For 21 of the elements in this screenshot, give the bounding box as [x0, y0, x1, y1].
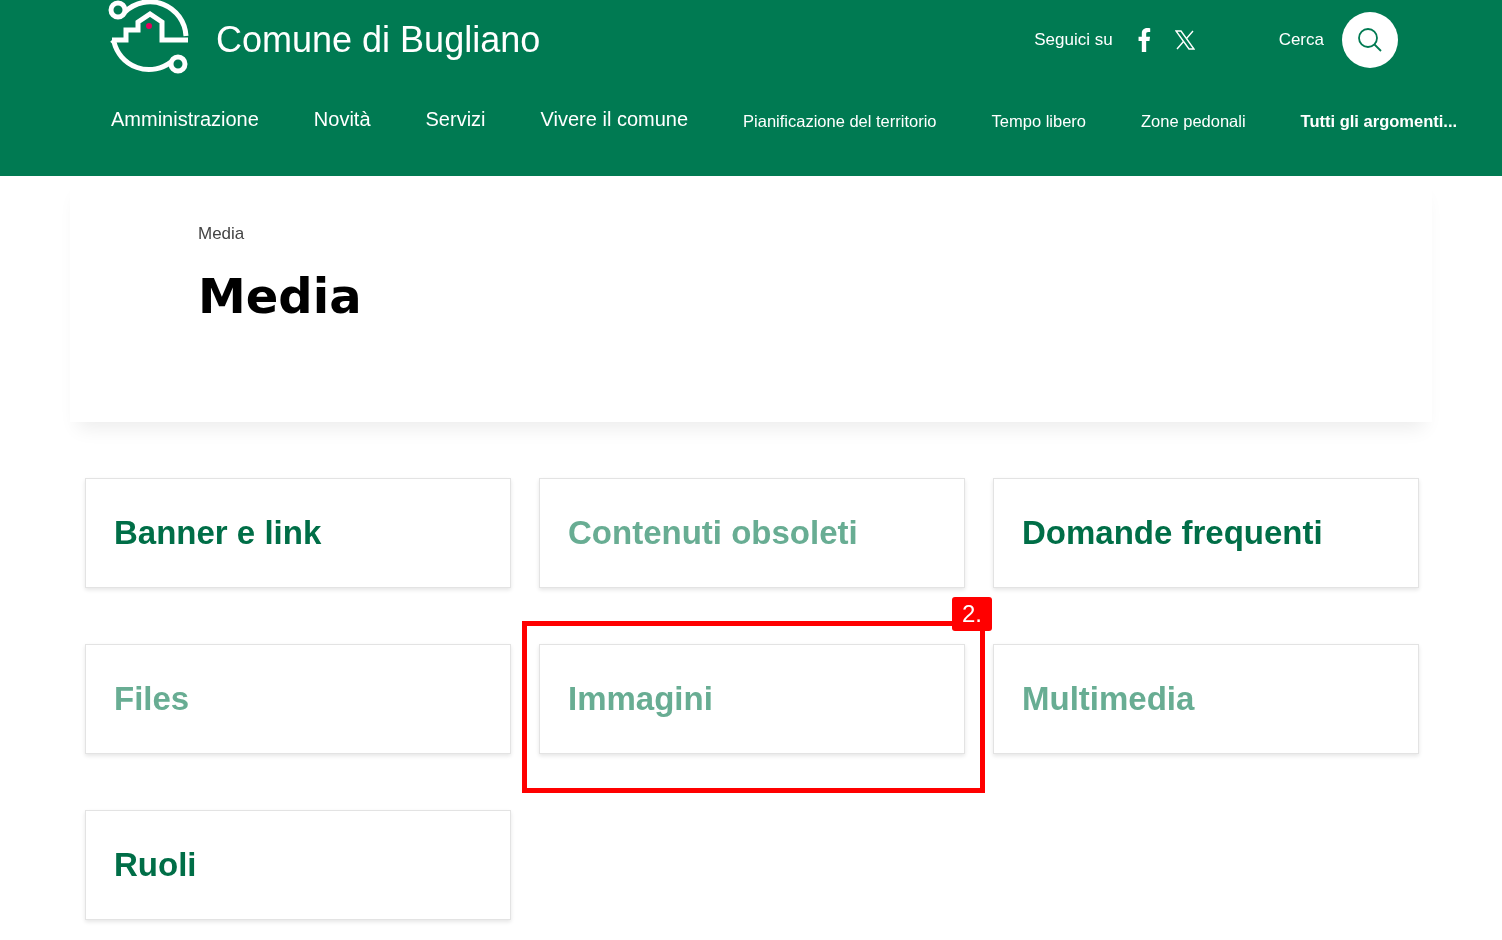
- nav-link[interactable]: Pianificazione del territorio: [743, 111, 937, 131]
- facebook-icon[interactable]: [1136, 28, 1151, 52]
- nav-link[interactable]: Servizi: [425, 107, 486, 131]
- page-title: Media: [198, 268, 362, 324]
- x-icon[interactable]: [1174, 30, 1195, 50]
- breadcrumb[interactable]: Media: [198, 224, 245, 244]
- category-card[interactable]: Ruoli: [85, 810, 511, 920]
- search-label: Cerca: [1278, 30, 1324, 50]
- nav-link[interactable]: Vivere il comune: [540, 107, 689, 131]
- follow-label: Seguici su: [1034, 30, 1113, 50]
- nav-link[interactable]: Tutti gli argomenti...: [1300, 111, 1458, 131]
- category-card[interactable]: Domande frequenti: [993, 478, 1419, 588]
- nav-link[interactable]: Amministrazione: [111, 107, 259, 131]
- site-name[interactable]: Comune di Bugliano: [216, 19, 541, 61]
- nav-link[interactable]: Zone pedonali: [1141, 111, 1246, 131]
- search-button[interactable]: [1342, 12, 1398, 68]
- annotation-label: 2.: [952, 597, 992, 631]
- nav-link[interactable]: Novità: [313, 107, 371, 131]
- nav-link[interactable]: Tempo libero: [991, 111, 1086, 131]
- search-icon: [1357, 27, 1383, 53]
- category-card[interactable]: Banner e link: [85, 478, 511, 588]
